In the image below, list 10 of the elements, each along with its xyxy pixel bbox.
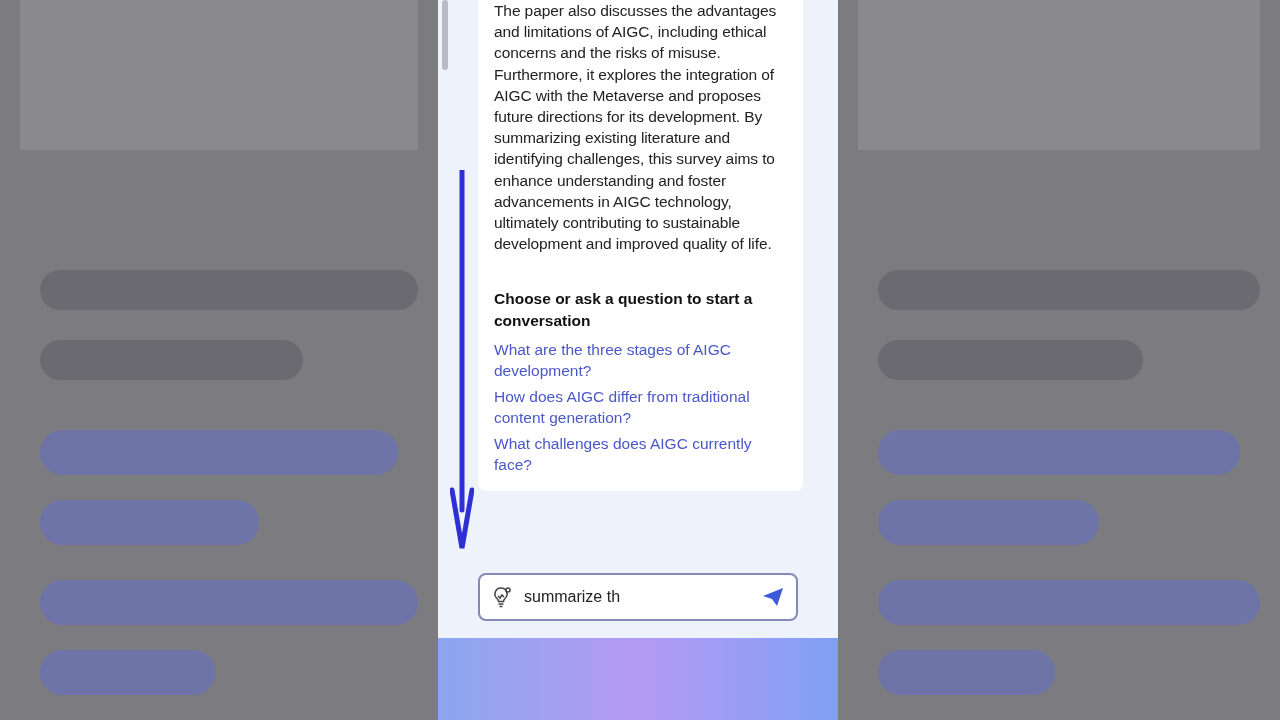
message-input[interactable]: summarize th: [478, 573, 798, 621]
send-icon[interactable]: [762, 587, 784, 607]
lightbulb-icon: [492, 586, 512, 608]
suggested-question[interactable]: What are the three stages of AIGC development?: [494, 339, 787, 382]
prompt-heading: Choose or ask a question to start a conversation: [494, 289, 754, 331]
summary-text: The paper also discusses the advantages and limitations of AIGC, including ethical concerns and the risks of misuse. Furthermore, it explores the integration of AIGC with the Metaverse and proposes future directions for its development. By summarizing existing literature and identifying challenges, this survey aims to enhance understanding and foster advancements in AIGC technology, ultimately contributing to sustainable development and improved quality of life.: [494, 1, 778, 255]
scrollbar-thumb[interactable]: [442, 0, 448, 70]
suggested-question[interactable]: What challenges does AIGC currently face?: [494, 433, 787, 476]
message-field[interactable]: summarize th: [524, 585, 750, 609]
suggested-question[interactable]: How does AIGC differ from traditional content generation?: [494, 386, 787, 429]
